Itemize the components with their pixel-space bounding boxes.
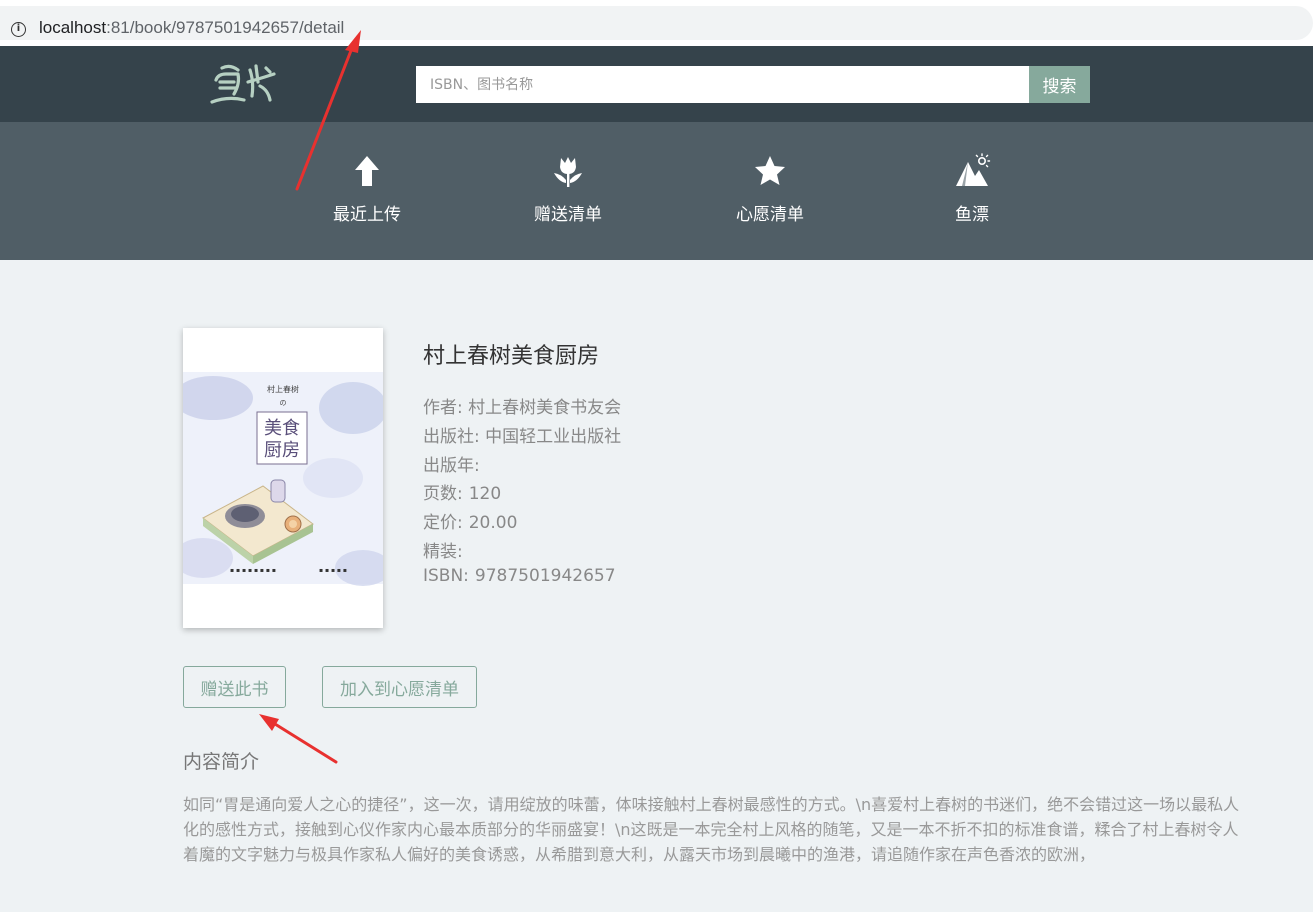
cover-title-line2: 厨房 [264, 440, 300, 461]
url-text[interactable]: localhost:81/book/9787501942657/detail [39, 18, 344, 38]
isbn-value: 9787501942657 [474, 566, 616, 586]
url-path: :81/book/9787501942657/detail [106, 18, 345, 37]
pages-label: 页数: [423, 484, 463, 504]
search-input[interactable] [416, 66, 1029, 103]
publisher-label: 出版社: [423, 427, 480, 447]
author-label: 作者: [423, 398, 463, 418]
browser-address-bar: i localhost:81/book/9787501942657/detail [0, 0, 1313, 46]
main-nav: 最近上传 赠送清单 心愿清单 鱼漂 [0, 122, 1313, 260]
price-label: 定价: [423, 513, 463, 533]
svg-text:▪ ▪ ▪ ▪ ▪: ▪ ▪ ▪ ▪ ▪ [319, 567, 347, 574]
summary-text: 如同“胃是通向爱人之心的捷径”，这一次，请用绽放的味蕾，体味接触村上春树最感性的… [183, 795, 1240, 864]
pages-value: 120 [468, 484, 502, 504]
publisher-value: 中国轻工业出版社 [485, 427, 622, 447]
fish-book-logo[interactable] [208, 60, 280, 110]
search-button[interactable]: 搜索 [1029, 66, 1090, 103]
isbn-label: ISBN: [423, 566, 469, 586]
star-icon [755, 156, 785, 185]
mountain-sun-icon [956, 153, 991, 186]
book-binding-row: 精装: [423, 537, 469, 562]
add-to-wishlist-button[interactable]: 加入到心愿清单 [322, 666, 477, 708]
cover-title-line1: 美食 [264, 418, 300, 439]
cover-art: 村上春树 の 美食 厨房 ▪ ▪ ▪ ▪ ▪ ▪ ▪ ▪ ▪ ▪ ▪ ▪ ▪ [183, 328, 383, 628]
author-value: 村上春树美食书友会 [468, 398, 622, 418]
site-header: 搜索 [0, 46, 1313, 122]
summary-heading: 内容简介 [183, 751, 260, 773]
nav-item-gift-list[interactable]: 赠送清单 [508, 152, 628, 225]
book-isbn-row: ISBN: 9787501942657 [423, 566, 616, 586]
nav-item-recent-uploads[interactable]: 最近上传 [307, 152, 427, 225]
arrow-up-icon [355, 156, 379, 186]
tulip-icon [554, 157, 582, 187]
site-info-icon[interactable]: i [11, 22, 26, 37]
svg-text:▪ ▪ ▪ ▪ ▪ ▪ ▪ ▪: ▪ ▪ ▪ ▪ ▪ ▪ ▪ ▪ [230, 567, 276, 574]
cover-author-text: 村上春树 [267, 384, 299, 394]
pubdate-label: 出版年: [423, 456, 480, 476]
nav-label: 心愿清单 [736, 205, 804, 225]
annotation-arrow-to-gift-button [259, 714, 338, 764]
book-title: 村上春树美食厨房 [423, 344, 600, 369]
nav-label: 最近上传 [333, 205, 401, 225]
url-host: localhost [39, 18, 107, 37]
binding-label: 精装: [423, 542, 463, 562]
gift-book-button[interactable]: 赠送此书 [183, 666, 286, 708]
nav-label: 鱼漂 [955, 205, 989, 225]
address-field[interactable]: i localhost:81/book/9787501942657/detail [0, 6, 1313, 40]
nav-item-drift[interactable]: 鱼漂 [912, 152, 1032, 225]
book-cover-image: 村上春树 の 美食 厨房 ▪ ▪ ▪ ▪ ▪ ▪ ▪ ▪ ▪ ▪ ▪ ▪ ▪ [183, 328, 383, 628]
nav-item-wish-list[interactable]: 心愿清单 [710, 152, 830, 225]
price-value: 20.00 [468, 513, 518, 533]
book-price-row: 定价: 20.00 [423, 508, 517, 533]
cover-no-text: の [280, 399, 287, 407]
book-author-row: 作者: 村上春树美食书友会 [423, 393, 621, 418]
nav-label: 赠送清单 [534, 205, 602, 225]
book-publisher-row: 出版社: 中国轻工业出版社 [423, 422, 621, 447]
book-pubdate-row: 出版年: [423, 451, 486, 476]
book-pages-row: 页数: 120 [423, 479, 501, 504]
